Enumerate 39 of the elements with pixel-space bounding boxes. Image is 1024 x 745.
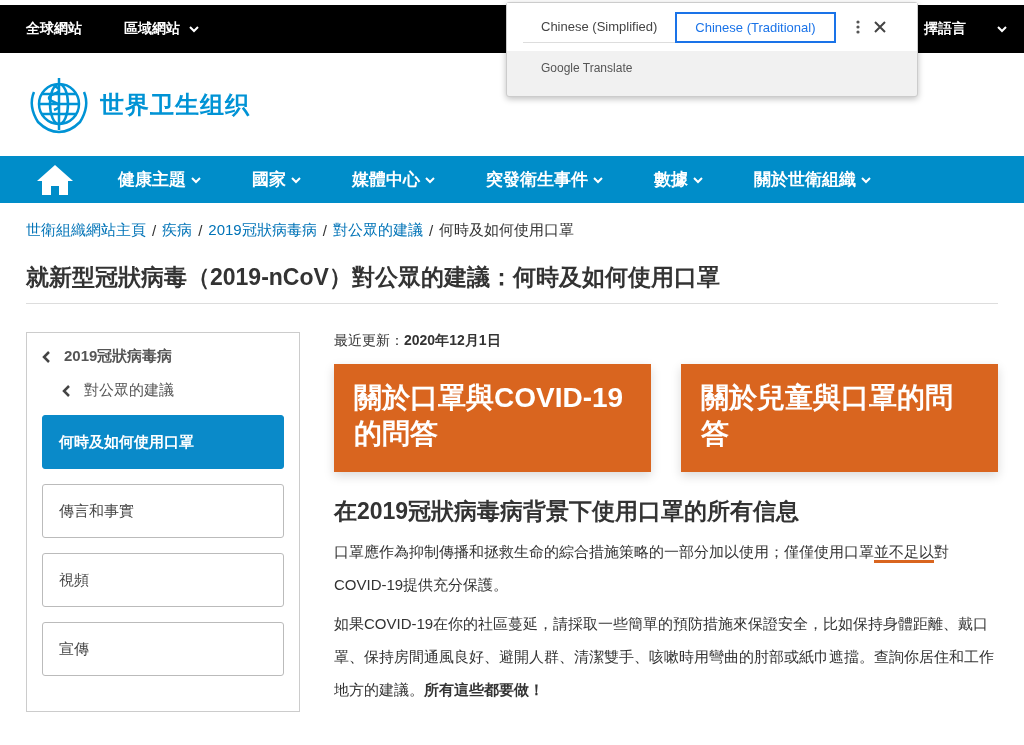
breadcrumb-separator: /: [152, 222, 157, 239]
last-updated: 最近更新：2020年12月1日: [334, 332, 502, 350]
top-bar-link[interactable]: 全球網站: [26, 20, 82, 38]
page-title: 就新型冠狀病毒（2019-nCoV）對公眾的建議：何時及如何使用口罩: [26, 262, 998, 304]
sidebar-item[interactable]: 宣傳: [42, 622, 284, 676]
nav-item[interactable]: 媒體中心: [352, 168, 436, 191]
faq-card[interactable]: 關於口罩與COVID-19的問答: [334, 364, 651, 472]
caret-icon: [188, 23, 200, 35]
sidebar-item[interactable]: 傳言和事實: [42, 484, 284, 538]
section-heading: 在2019冠狀病毒病背景下使用口罩的所有信息: [334, 497, 801, 526]
paragraph: 口罩應作為抑制傳播和拯救生命的綜合措施策略的一部分加以使用；僅僅使用口罩並不足以對COVID-19提供充分保護。: [334, 542, 950, 595]
nav-item[interactable]: 突發衛生事件: [486, 168, 604, 191]
nav-item[interactable]: 健康主題: [118, 168, 202, 191]
logo-text: 世界卫生组织: [100, 89, 250, 120]
top-bar-link[interactable]: 區域網站: [124, 20, 200, 38]
paragraph: 如果COVID-19在你的社區蔓延，請採取一些簡單的預防措施來保證安全，比如保持身體距離、戴口罩、保持房間通風良好、避開人群、清潔雙手、咳嗽時用彎曲的肘部或紙巾遮擋。查詢你居住和工作地方的建議。所有這些都要做！: [334, 614, 995, 700]
caret-icon: [996, 23, 1008, 35]
breadcrumb-link[interactable]: 疾病: [162, 221, 193, 240]
nav-item[interactable]: 關於世衛組織: [754, 168, 872, 191]
breadcrumb-separator: /: [198, 222, 203, 239]
sidebar-item[interactable]: 何時及如何使用口罩: [42, 415, 284, 469]
chevron-left-icon: [62, 384, 72, 397]
breadcrumb-separator: /: [322, 222, 327, 239]
translate-footer: Google Translate: [507, 51, 917, 85]
language-tab[interactable]: Chinese (Traditional): [675, 11, 836, 43]
language-selector[interactable]: 擇語言: [924, 20, 1008, 38]
home-icon[interactable]: [36, 162, 74, 197]
breadcrumb-link[interactable]: 世衛組織網站主頁: [26, 221, 146, 240]
chevron-left-icon: [42, 350, 52, 363]
sidebar-item[interactable]: 視頻: [42, 553, 284, 607]
nav-item[interactable]: 數據: [654, 168, 704, 191]
nav-item[interactable]: 國家: [252, 168, 302, 191]
faq-card[interactable]: 關於兒童與口罩的問答: [681, 364, 998, 472]
sidebar-back-link[interactable]: 2019冠狀病毒病: [42, 347, 284, 366]
breadcrumb-current: 何時及如何使用口罩: [439, 221, 575, 240]
sidebar-back-link[interactable]: 對公眾的建議: [42, 381, 284, 400]
breadcrumb-separator: /: [428, 222, 434, 239]
breadcrumb-link[interactable]: 2019冠狀病毒病: [208, 221, 317, 240]
breadcrumb-link[interactable]: 對公眾的建議: [332, 221, 423, 240]
